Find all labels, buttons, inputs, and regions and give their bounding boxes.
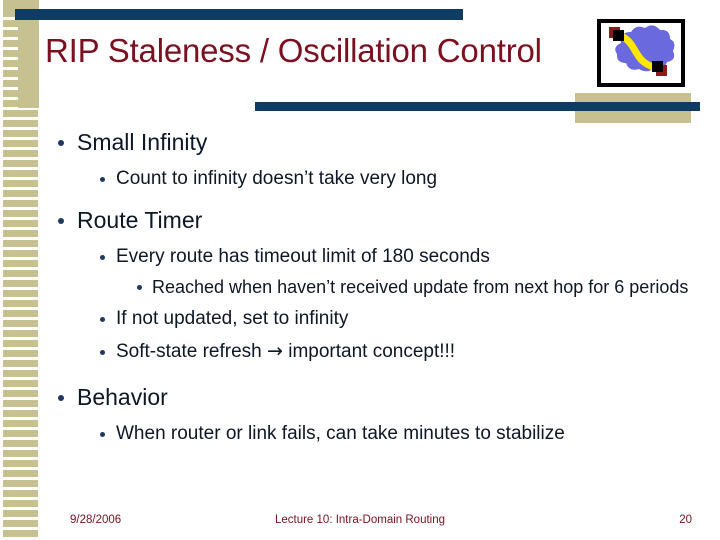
slide: RIP Staleness / Oscillation Control Smal… xyxy=(0,0,720,540)
network-cloud-icon xyxy=(597,19,685,87)
bullet-marker-icon xyxy=(100,350,105,355)
slide-footer: 9/28/2006 Lecture 10: Intra-Domain Routi… xyxy=(0,514,720,534)
network-cloud-graphic xyxy=(609,25,675,76)
bullet-text: Count to infinity doesn’t take very long xyxy=(116,168,438,189)
bullet-text: Small Infinity xyxy=(77,129,208,155)
bullet-text: If not updated, set to infinity xyxy=(116,308,349,329)
bullet-text: Reached when haven’t received update fro… xyxy=(152,277,689,297)
header-top-rule xyxy=(15,9,463,20)
bullet-text: Route Timer xyxy=(77,207,203,233)
bullet-marker-icon xyxy=(58,218,64,224)
bullet-level1-small-infinity: Small Infinity xyxy=(45,124,705,160)
bullet-marker-icon xyxy=(58,395,64,401)
bullet-text: When router or link fails, can take minu… xyxy=(116,423,565,444)
right-arrow-icon: → xyxy=(267,340,283,362)
bullet-marker-icon xyxy=(100,255,105,260)
bullet-marker-icon xyxy=(100,177,105,182)
bullet-level2-stabilize: When router or link fails, can take minu… xyxy=(45,417,705,450)
soft-state-prefix: Soft-state refresh xyxy=(116,341,268,362)
bullet-marker-icon xyxy=(100,432,105,437)
page-title: RIP Staleness / Oscillation Control xyxy=(45,32,542,69)
bullet-text: Every route has timeout limit of 180 sec… xyxy=(116,246,490,267)
bullet-level2-set-to-infinity: If not updated, set to infinity xyxy=(45,302,705,335)
bullet-level1-behavior: Behavior xyxy=(45,379,705,415)
bullet-text: Behavior xyxy=(77,384,168,410)
header-bottom-rule xyxy=(255,102,700,111)
footer-lecture-title: Lecture 10: Intra-Domain Routing xyxy=(274,514,446,526)
bullet-level2-soft-state-refresh: Soft-state refresh → important concept!!… xyxy=(45,335,705,368)
bullet-level2-timeout-limit: Every route has timeout limit of 180 sec… xyxy=(45,240,705,273)
bullet-marker-icon xyxy=(137,285,142,290)
bullet-level1-route-timer: Route Timer xyxy=(45,202,705,238)
bullet-text: Soft-state refresh → important concept!!… xyxy=(116,335,705,368)
soft-state-suffix: important concept!!! xyxy=(282,341,456,362)
slide-body: Small Infinity Count to infinity doesn’t… xyxy=(45,122,705,450)
footer-page-number: 20 xyxy=(679,514,692,526)
bullet-level3-reached-when: Reached when haven’t received update fro… xyxy=(45,273,705,302)
bullet-marker-icon xyxy=(100,317,105,322)
bullet-marker-icon xyxy=(58,140,64,146)
bullet-level2-count-to-infinity: Count to infinity doesn’t take very long xyxy=(45,162,705,195)
